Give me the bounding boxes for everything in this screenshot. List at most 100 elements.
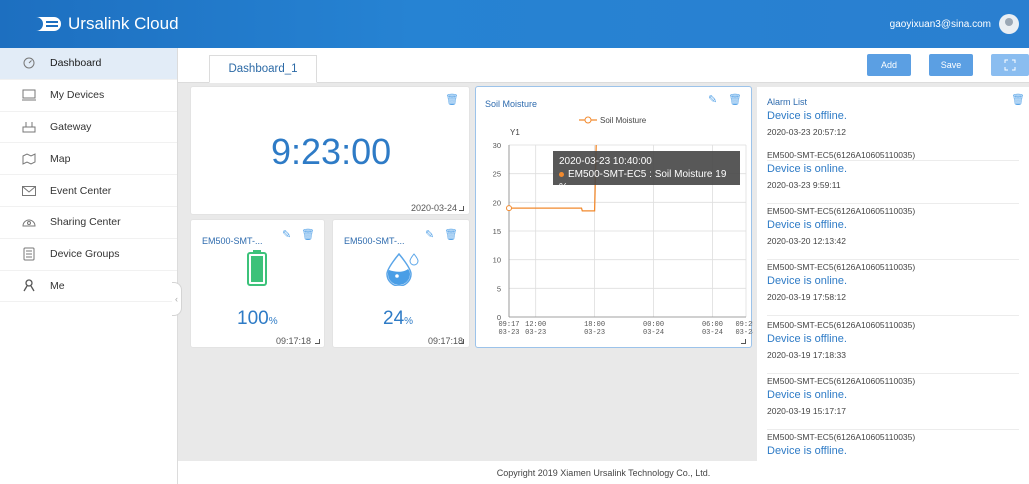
alarm-device: EM500-SMT-EC5(6126A10605110035) [767, 376, 916, 386]
avatar[interactable] [999, 14, 1019, 34]
soil-moisture-chart-widget: Soil Moisture ✎ 🗑 Y1 Soil Moisture 0 5 10 15 2… [475, 86, 753, 349]
user-menu[interactable]: gaoyixuan3@sina.com [890, 14, 1019, 34]
tooltip-time: 2020-03-23 10:40:00 [559, 156, 652, 167]
sidebar: Dashboard My Devices Gateway Map Event C… [0, 48, 178, 484]
alarm-device: EM500-SMT-EC5(6126A10605110035) [767, 432, 916, 442]
groups-icon [22, 247, 36, 261]
sidebar-item-label: Map [50, 152, 71, 165]
sidebar-item-map[interactable]: Map [0, 143, 177, 176]
alarm-item[interactable]: EM500-SMT-EC5(6126A10605110035) Device is… [767, 320, 1019, 374]
alarm-time: 2020-03-23 20:57:12 [767, 127, 846, 137]
water-drop-icon [386, 252, 419, 286]
alarm-time: 2020-03-19 15:17:17 [767, 406, 846, 416]
footer: Copyright 2019 Xiamen Ursalink Technolog… [178, 461, 1029, 484]
sidebar-item-device-groups[interactable]: Device Groups [0, 239, 177, 271]
clock-date: 2020-03-24 [411, 203, 458, 213]
alarm-message: Device is offline. [767, 445, 847, 457]
chevron-left-icon: ‹ [175, 294, 178, 304]
edit-icon[interactable]: ✎ [425, 228, 434, 241]
alarm-message: Device is offline. [767, 219, 847, 231]
sidebar-item-event-center[interactable]: Event Center [0, 175, 177, 207]
logo[interactable]: Ursalink Cloud [32, 14, 179, 34]
x-tick-label: 03-23 [525, 329, 546, 337]
fullscreen-button[interactable] [991, 54, 1029, 76]
sidebar-item-dashboard[interactable]: Dashboard [0, 48, 177, 80]
y-tick-label: 20 [493, 198, 501, 207]
trash-icon[interactable]: 🗑 [444, 228, 458, 241]
sidebar-item-label: Me [50, 279, 65, 292]
x-tick-label: 06:00 [702, 321, 723, 329]
soil-moisture-chart[interactable]: Y1Soil Moisture05101520253009:1703-2312:… [476, 87, 753, 349]
tooltip-value: EM500-SMT-EC5 : Soil Moisture 19 % [559, 169, 727, 193]
alarm-list-widget: Alarm List 🗑 Device is offline. 2020-03-2… [757, 87, 1029, 461]
sidebar-item-label: Device Groups [50, 248, 120, 261]
sidebar-item-label: Dashboard [50, 57, 102, 70]
alarm-time: 2020-03-19 17:58:12 [767, 292, 846, 302]
user-email: gaoyixuan3@sina.com [889, 18, 991, 30]
map-icon [22, 152, 36, 166]
alarm-item[interactable]: EM500-SMT-EC5(6126A10605110035) Device is… [767, 150, 1019, 204]
alarm-message: Device is offline. [767, 333, 847, 345]
moisture-number: 24 [383, 308, 405, 329]
clock-widget: 🗑 9:23:00 2020-03-24 [190, 86, 470, 215]
battery-icon [247, 250, 267, 286]
sidebar-item-gateway[interactable]: Gateway [0, 112, 177, 144]
alarm-time: 2020-03-20 12:13:42 [767, 236, 846, 246]
alarm-item[interactable]: EM500-SMT-EC5(6126A10605110035) Device is… [767, 206, 1019, 260]
alarm-message: Device is online. [767, 275, 848, 287]
gateway-icon [22, 120, 36, 134]
save-button[interactable]: Save [929, 54, 973, 76]
widget-title: EM500-SMT-... [202, 236, 263, 246]
sharing-icon [22, 215, 36, 229]
trash-icon[interactable]: 🗑 [445, 93, 459, 106]
x-tick-label: 03-23 [584, 329, 605, 337]
resize-handle[interactable] [741, 339, 746, 344]
data-point [506, 205, 512, 212]
sidebar-item-label: My Devices [50, 89, 105, 102]
legend-marker [584, 116, 592, 124]
sidebar-item-my-devices[interactable]: My Devices [0, 80, 177, 112]
battery-unit: % [268, 316, 278, 327]
sidebar-item-label: Event Center [50, 184, 112, 197]
sidebar-item-me[interactable]: Me [0, 271, 177, 303]
sidebar-collapse-toggle[interactable]: ‹ [172, 282, 182, 316]
dashboard-icon [22, 56, 36, 70]
chart-tooltip: 2020-03-23 10:40:00 EM500-SMT-EC5 : Soil… [553, 151, 740, 193]
dashboard-tab-bar: Dashboard_1 Add Save [178, 48, 1029, 83]
edit-icon[interactable]: ✎ [282, 228, 291, 241]
x-tick-label: 00:00 [643, 321, 664, 329]
x-tick-label: 18:00 [584, 321, 605, 329]
app-name: Ursalink Cloud [68, 14, 179, 33]
alarm-device: EM500-SMT-EC5(6126A10605110035) [767, 320, 916, 330]
mail-icon [22, 184, 36, 198]
alarm-time: 2020-03-19 17:18:33 [767, 350, 846, 360]
alarm-item[interactable]: EM500-SMT-EC5(6126A10605110035) Device is… [767, 262, 1019, 316]
widget-title: EM500-SMT-... [344, 236, 405, 246]
legend-label: Soil Moisture [600, 116, 647, 125]
resize-handle[interactable] [315, 339, 320, 344]
battery-number: 100 [237, 308, 269, 329]
series-dot [559, 171, 564, 177]
alarm-item[interactable]: EM500-SMT-EC5(6126A10605110035) Device is… [767, 432, 1019, 461]
x-tick-label: 12:00 [525, 321, 546, 329]
trash-icon[interactable]: 🗑 [301, 228, 315, 241]
battery-value: 100% [237, 308, 278, 330]
alarm-device: EM500-SMT-EC5(6126A10605110035) [767, 262, 916, 272]
alarm-time: 2020-03-23 9:59:11 [767, 180, 841, 190]
alarm-message: Device is offline. [767, 110, 847, 122]
trash-icon[interactable]: 🗑 [1011, 93, 1025, 106]
sidebar-item-label: Sharing Center [50, 216, 121, 229]
clock-time: 9:23:00 [271, 131, 392, 172]
add-button[interactable]: Add [867, 54, 911, 76]
resize-handle[interactable] [459, 339, 464, 344]
resize-handle[interactable] [459, 206, 464, 211]
moisture-unit: % [404, 316, 414, 327]
sidebar-item-sharing-center[interactable]: Sharing Center [0, 207, 177, 239]
alarm-item[interactable]: EM500-SMT-EC5(6126A10605110035) Device is… [767, 376, 1019, 430]
moisture-value: 24% [383, 308, 413, 330]
tab-dashboard-1[interactable]: Dashboard_1 [209, 55, 317, 83]
x-tick-label: 03-24 [735, 329, 753, 337]
x-tick-label: 09:25 [735, 321, 753, 329]
x-tick-label: 03-24 [702, 329, 723, 337]
moisture-widget: EM500-SMT-... ✎ 🗑 24% 09:17:18 [332, 219, 470, 348]
